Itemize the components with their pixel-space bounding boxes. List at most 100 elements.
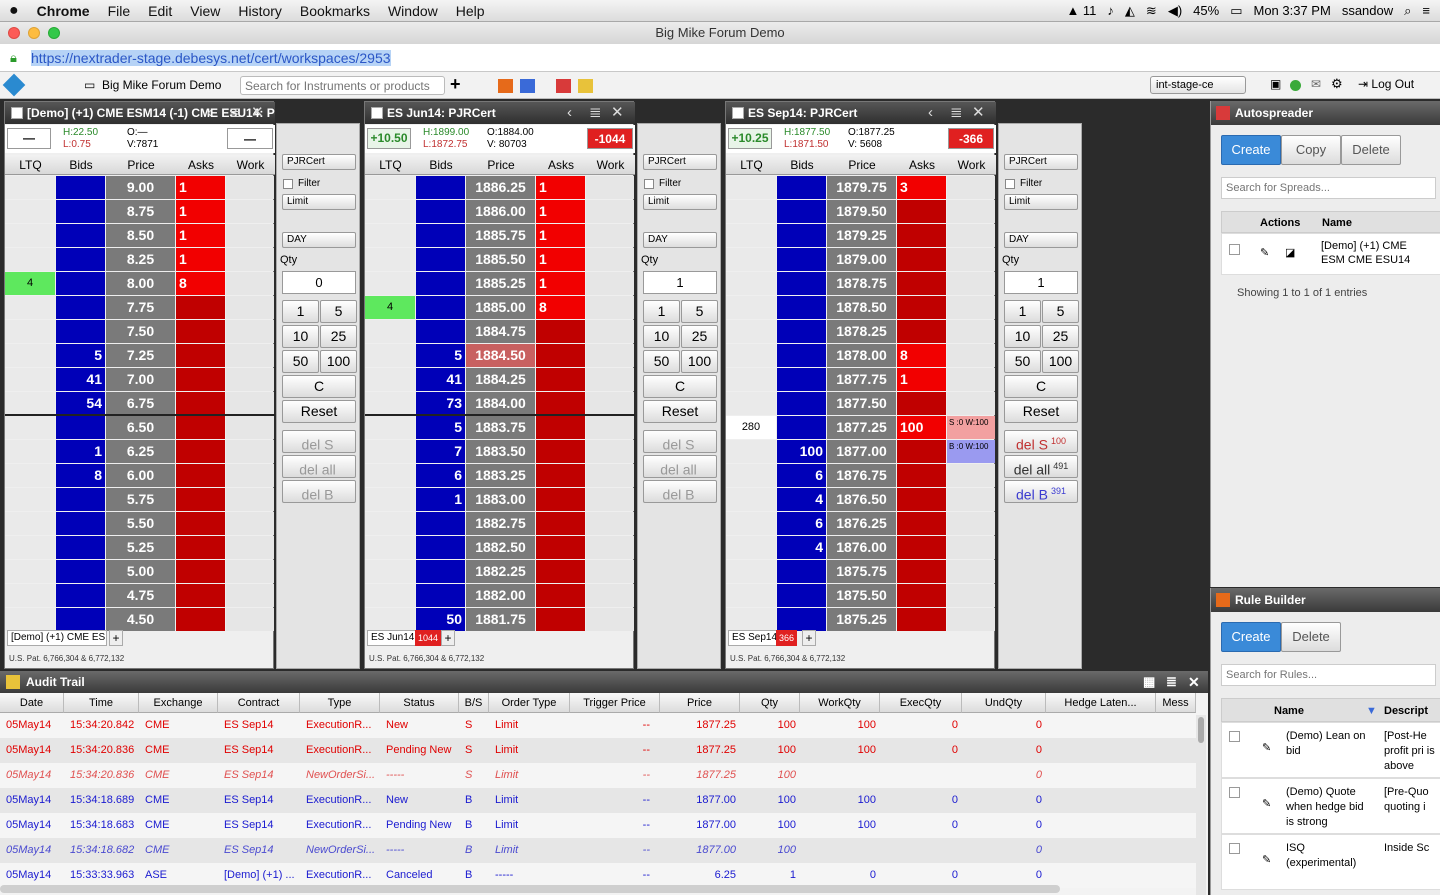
audit-scroll-thumb[interactable] (1198, 717, 1204, 743)
work-cell[interactable] (947, 176, 995, 199)
work-cell[interactable] (226, 368, 274, 391)
ltq-cell[interactable] (5, 416, 55, 439)
add-icon[interactable]: + (450, 74, 461, 95)
spread-row[interactable]: ✎ ◪ [Demo] (+1) CME ESM CME ESU14 (1221, 233, 1440, 275)
spread-search-input[interactable] (1221, 177, 1436, 199)
ltq-cell[interactable] (726, 176, 776, 199)
work-cell[interactable] (226, 248, 274, 271)
qty-100-button[interactable]: 100 (320, 350, 357, 373)
menu-view[interactable]: View (181, 3, 229, 19)
ltq-cell[interactable]: 280 (726, 416, 776, 439)
bid-cell[interactable]: 4 (777, 536, 826, 559)
filter-checkbox[interactable] (283, 179, 293, 189)
ltq-cell[interactable]: 4 (365, 296, 415, 319)
bid-cell[interactable] (56, 584, 105, 607)
bid-cell[interactable] (56, 608, 105, 631)
close-icon[interactable]: ✕ (611, 102, 624, 124)
work-cell[interactable] (947, 536, 995, 559)
work-cell[interactable] (226, 296, 274, 319)
audit-row[interactable]: 05May14 15:34:18.683 CME ES Sep14 ExecutionR… (0, 813, 1196, 838)
ltq-cell[interactable] (726, 536, 776, 559)
ltq-cell[interactable] (5, 440, 55, 463)
close-icon[interactable]: ✕ (1188, 671, 1200, 693)
audit-col-header[interactable]: Price (660, 693, 740, 713)
work-cell[interactable] (947, 224, 995, 247)
bid-cell[interactable]: 5 (56, 344, 105, 367)
ltq-cell[interactable] (726, 488, 776, 511)
instrument-tab[interactable]: ES Jun14 (367, 630, 417, 646)
work-cell[interactable] (586, 416, 634, 439)
bid-cell[interactable] (416, 320, 465, 343)
work-cell[interactable] (947, 344, 995, 367)
delete-all-button[interactable]: del all (643, 455, 717, 478)
ltq-cell[interactable] (365, 608, 415, 631)
ladder-widget-icon[interactable] (498, 79, 513, 93)
work-cell[interactable] (947, 296, 995, 319)
ask-cell[interactable]: 1 (176, 176, 225, 199)
ltq-cell[interactable] (726, 320, 776, 343)
bid-cell[interactable]: 5 (416, 416, 465, 439)
work-cell[interactable] (226, 416, 274, 439)
del-buys-button[interactable]: del B (643, 480, 717, 503)
open-icon[interactable]: ◪ (1285, 246, 1295, 259)
create-spread-button[interactable]: Create (1221, 135, 1281, 165)
ltq-cell[interactable] (365, 512, 415, 535)
account-select[interactable]: PJRCert (1004, 154, 1078, 170)
work-cell[interactable] (947, 248, 995, 271)
ask-cell[interactable] (176, 488, 225, 511)
ask-cell[interactable] (536, 320, 585, 343)
tif-select[interactable]: DAY (643, 232, 717, 248)
bid-cell[interactable] (416, 296, 465, 319)
clear-qty-button[interactable]: C (1004, 375, 1078, 398)
del-sells-button[interactable]: del S (282, 430, 356, 453)
bid-cell[interactable] (56, 320, 105, 343)
work-cell[interactable] (226, 440, 274, 463)
bid-cell[interactable]: 100 (777, 440, 826, 463)
ask-cell[interactable] (897, 464, 946, 487)
edit-icon[interactable]: ✎ (1260, 246, 1269, 259)
ask-cell[interactable] (897, 272, 946, 295)
ltq-cell[interactable] (726, 584, 776, 607)
workspace-name[interactable]: Big Mike Forum Demo (102, 78, 221, 92)
ask-cell[interactable] (176, 296, 225, 319)
audit-hscrollbar[interactable] (0, 885, 1060, 893)
menu-icon[interactable]: ≣ (589, 102, 602, 124)
instrument-tab[interactable]: [Demo] (+1) CME ESI (7, 630, 107, 646)
work-cell[interactable] (947, 392, 995, 415)
qty-25-button[interactable]: 25 (681, 325, 718, 348)
work-cell[interactable] (586, 488, 634, 511)
grid-widget-icon[interactable] (520, 79, 535, 93)
ltq-cell[interactable] (365, 344, 415, 367)
ask-cell[interactable] (897, 296, 946, 319)
collapse-icon[interactable]: ‹ (207, 102, 212, 124)
audit-col-header[interactable]: Contract (218, 693, 300, 713)
ltq-cell[interactable] (5, 248, 55, 271)
bid-cell[interactable] (777, 344, 826, 367)
bid-cell[interactable]: 6 (777, 464, 826, 487)
bid-cell[interactable] (777, 272, 826, 295)
ltq-cell[interactable] (365, 440, 415, 463)
ask-cell[interactable]: 1 (176, 224, 225, 247)
work-cell[interactable] (226, 320, 274, 343)
ask-cell[interactable] (897, 224, 946, 247)
rule-row[interactable]: ✎ (Demo) Quote when hedge bid is strong [P… (1221, 778, 1440, 834)
ltq-cell[interactable] (5, 488, 55, 511)
delete-spread-button[interactable]: Delete (1341, 135, 1401, 165)
ask-cell[interactable]: 1 (176, 200, 225, 223)
rule-checkbox[interactable] (1229, 731, 1240, 742)
ask-cell[interactable] (536, 608, 585, 631)
audit-col-header[interactable]: B/S (459, 693, 489, 713)
tif-select[interactable]: DAY (282, 232, 356, 248)
collapse-icon[interactable]: ‹ (567, 102, 572, 124)
qty-input[interactable]: 0 (282, 271, 356, 294)
ask-cell[interactable]: 3 (897, 176, 946, 199)
work-cell[interactable] (586, 248, 634, 271)
qty-25-button[interactable]: 25 (1042, 325, 1079, 348)
edit-icon[interactable]: ✎ (1262, 797, 1271, 810)
ask-cell[interactable] (897, 512, 946, 535)
ltq-cell[interactable] (365, 176, 415, 199)
audit-row[interactable]: 05May14 15:34:20.842 CME ES Sep14 ExecutionR… (0, 713, 1196, 738)
ltq-cell[interactable] (726, 296, 776, 319)
ltq-cell[interactable] (5, 536, 55, 559)
bid-cell[interactable] (416, 248, 465, 271)
